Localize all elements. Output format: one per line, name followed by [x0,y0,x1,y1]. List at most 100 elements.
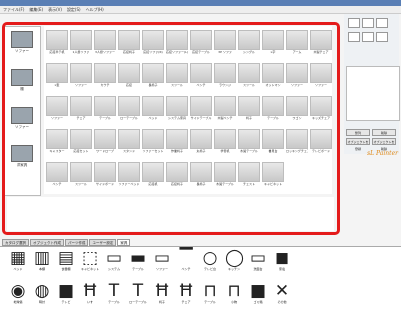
object-item[interactable]: システム家具 [166,96,188,122]
remove-object-button[interactable]: オブジェクトを削除 [372,138,396,151]
library-item[interactable]: ▬ テーブル [126,249,150,271]
register-object-button[interactable]: オブジェクトを登録 [346,138,370,151]
object-item[interactable]: 3人掛ソファー [94,30,116,56]
tab-furniture[interactable]: 家具 [117,239,131,246]
object-item[interactable]: 椅子 [238,96,260,122]
library-item[interactable]: ■ ゴミ箱 [246,282,270,304]
object-item[interactable]: 応接テーブル [190,30,212,56]
library-item[interactable]: ▤ 食器棚 [54,249,78,271]
library-item[interactable]: Т ローテーブル [126,282,150,304]
library-item[interactable]: ■ テレビ [54,282,78,304]
library-item[interactable]: ▥ 本棚 [30,249,54,271]
menu-edit[interactable]: 編集(E) [29,7,43,13]
menu-help[interactable]: ヘルプ(H) [86,7,104,13]
library-item[interactable]: ▭ システム [102,249,126,271]
object-item[interactable]: サイドテーブル [190,96,212,122]
object-item[interactable]: シングル [238,30,260,56]
category-item[interactable]: 棚 [7,69,37,92]
object-item[interactable]: サイドボード [94,162,116,188]
category-item[interactable]: 洋家具 [7,145,37,168]
library-item[interactable]: ◍ 時計 [30,282,54,304]
object-item[interactable]: 木製ベンチ [214,96,236,122]
library-item[interactable]: ▭ ソファー [150,249,174,271]
object-item[interactable]: ソファー [286,63,308,89]
library-item[interactable]: Т テーブル [102,282,126,304]
object-item[interactable]: 応接椅子 [166,162,188,188]
object-item[interactable]: ソファー [46,96,68,122]
tab-user[interactable]: ユーザー設定 [89,239,117,246]
library-item[interactable]: ✕ その他 [270,282,294,304]
object-item[interactable]: テレビボード [310,129,332,155]
object-item[interactable]: ベンチ [190,63,212,89]
library-item[interactable]: ▭ 洗面台 [246,249,270,271]
object-item[interactable]: L字 [262,30,284,56]
object-item[interactable]: 木製テーブル [214,162,236,188]
object-item[interactable]: ワゴン [286,96,308,122]
object-item[interactable]: 学習机 [214,129,236,155]
object-item[interactable]: 3P ソファ [214,30,236,56]
object-item[interactable]: 木製テーブル [238,129,260,155]
object-item[interactable]: 1人掛ソファ [70,30,92,56]
object-item[interactable]: 書見台 [262,129,284,155]
category-item[interactable]: ソファー [7,31,37,54]
object-item[interactable]: キッズチェア [310,96,332,122]
object-item[interactable]: 丸椅子 [190,129,212,155]
menu-view[interactable]: 表示(V) [48,7,62,13]
object-item[interactable]: 応接ソファ(R) [142,30,164,56]
object-item[interactable]: ソファー [70,63,92,89]
rotate-tool-icon[interactable] [376,18,388,28]
object-item[interactable]: アーム [286,30,308,56]
object-item[interactable]: 長椅子 [190,162,212,188]
library-item[interactable]: Ħ いす [78,282,102,304]
library-item[interactable]: Ħ チェア [174,282,198,304]
object-item[interactable]: ベンチ [46,162,68,188]
library-item[interactable]: ⬚ キャビネット [78,249,102,271]
object-item[interactable]: 応接ソファー(L) [166,30,188,56]
object-item[interactable]: チェア [70,96,92,122]
tab-object[interactable]: オブジェクト作成 [30,239,64,246]
move-tool-icon[interactable] [362,18,374,28]
object-item[interactable]: チェスト [238,162,260,188]
object-item[interactable]: オットマン [262,63,284,89]
object-item[interactable]: 応接椅子 [118,30,140,56]
object-item[interactable]: スツール [238,63,260,89]
library-item[interactable]: ⊓ テーブル [198,282,222,304]
object-item[interactable]: ソファーベッド [118,162,140,188]
library-item[interactable]: ▔ ベンチ [174,249,198,271]
align-button[interactable]: 整列 [346,129,370,136]
object-item[interactable]: ワードローブ [94,129,116,155]
object-item[interactable]: 作業椅子 [166,129,188,155]
library-item[interactable]: Ħ 椅子 [150,282,174,304]
object-item[interactable]: 応接 [118,63,140,89]
object-item[interactable]: 応接机 [142,162,164,188]
object-item[interactable]: キャスター [46,129,68,155]
object-item[interactable]: ソファーセット [142,129,164,155]
object-item[interactable]: スツール [70,162,92,188]
object-item[interactable]: テーブル [262,96,284,122]
object-item[interactable]: カウチ [94,63,116,89]
object-item[interactable]: キャビネット [262,162,284,188]
category-item[interactable]: ソファー [7,107,37,130]
tab-catalog[interactable]: カタログ選択 [2,239,29,246]
zoom-out-icon[interactable] [362,32,374,42]
object-item[interactable]: 長椅子 [142,63,164,89]
library-item[interactable]: ○ テレビ台 [198,249,222,271]
object-item[interactable]: ラウンジ [214,63,236,89]
library-item[interactable]: ◉ 地球儀 [6,282,30,304]
object-item[interactable]: テーブル [94,96,116,122]
delete-button[interactable]: 削除 [372,129,396,136]
object-item[interactable]: 応接半テ机 [46,30,68,56]
select-tool-icon[interactable] [348,18,360,28]
object-item[interactable]: スツール [166,63,188,89]
view-icon[interactable] [376,32,388,42]
menu-file[interactable]: ファイル(F) [3,7,24,13]
library-item[interactable]: ⊓ 小物 [222,282,246,304]
library-item[interactable]: ▦ ベッド [6,249,30,271]
object-item[interactable]: ロッキングチェア [286,129,308,155]
object-item[interactable]: ローテーブル [118,96,140,122]
object-item[interactable]: スタンド [118,129,140,155]
zoom-in-icon[interactable] [348,32,360,42]
tab-parts[interactable]: パーツ作成 [65,239,89,246]
menu-settings[interactable]: 設定(S) [67,7,81,13]
object-item[interactable]: ベッド [142,96,164,122]
